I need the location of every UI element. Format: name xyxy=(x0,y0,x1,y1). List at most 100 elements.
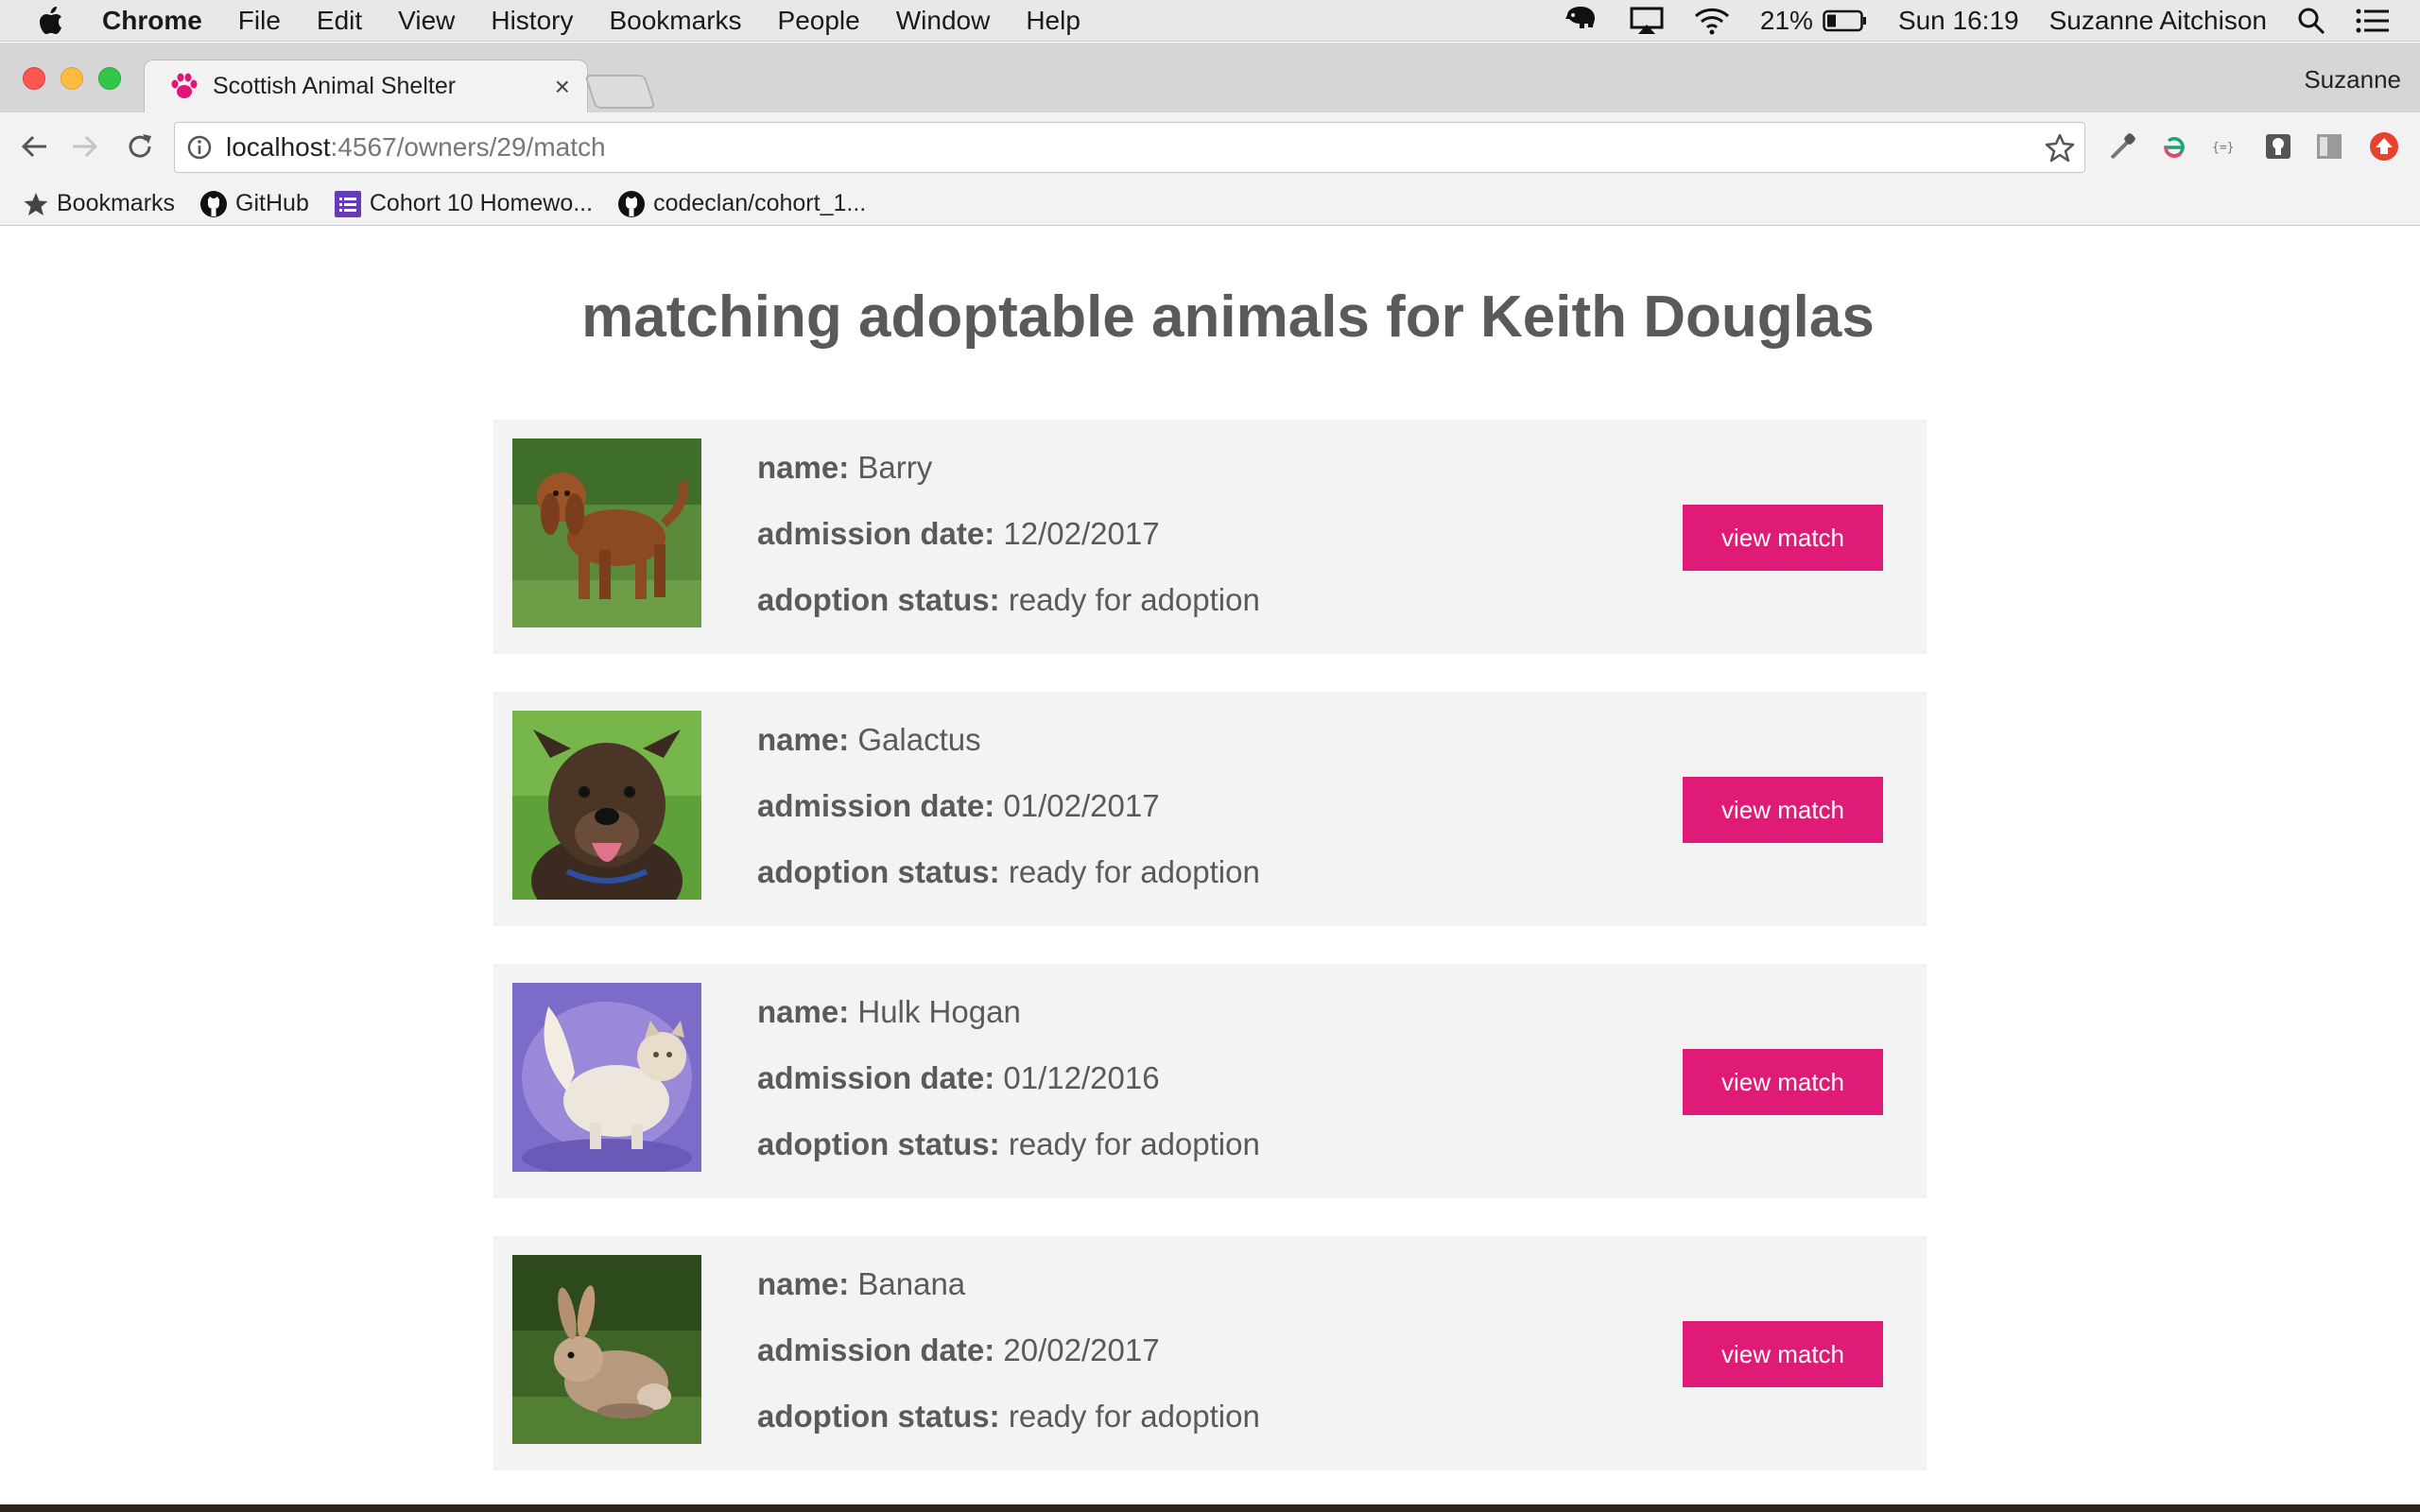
battery-percent[interactable]: 21% xyxy=(1760,6,1813,36)
admission-label: admission date: xyxy=(757,1060,995,1095)
admission-date: 20/02/2017 xyxy=(1003,1332,1160,1367)
battery-icon[interactable] xyxy=(1823,9,1868,32)
adoption-status: ready for adoption xyxy=(1008,854,1260,889)
admission-label: admission date: xyxy=(757,1332,995,1367)
name-label: name: xyxy=(757,450,850,485)
github-icon xyxy=(199,190,228,218)
admission-date-line: admission date: 20/02/2017 xyxy=(757,1332,1160,1368)
status-label: adoption status: xyxy=(757,1126,1000,1161)
adoption-status-line: adoption status: ready for adoption xyxy=(757,582,1260,618)
address-bar[interactable]: localhost :4567/owners/29/match xyxy=(174,122,2085,173)
menu-window[interactable]: Window xyxy=(896,6,991,36)
airplay-icon[interactable] xyxy=(1630,7,1664,35)
menu-people[interactable]: People xyxy=(778,6,860,36)
keyword-extension-icon[interactable] xyxy=(2261,129,2295,163)
bookmark-codeclan-repo[interactable]: codeclan/cohort_1... xyxy=(617,190,866,218)
admission-date: 12/02/2017 xyxy=(1003,516,1160,551)
url-path: :4567/owners/29/match xyxy=(330,132,606,162)
adoption-status: ready for adoption xyxy=(1008,582,1260,617)
menu-edit[interactable]: Edit xyxy=(317,6,362,36)
star-icon xyxy=(23,191,49,217)
adoption-status-line: adoption status: ready for adoption xyxy=(757,1126,1260,1162)
animal-name-line: name: Barry xyxy=(757,450,932,486)
window-minimize-button[interactable] xyxy=(60,67,83,90)
admission-date: 01/02/2017 xyxy=(1003,788,1160,823)
menu-bookmarks[interactable]: Bookmarks xyxy=(609,6,741,36)
svg-text:{=}: {=} xyxy=(2212,141,2234,155)
animal-card: name: Banana admission date: 20/02/2017 … xyxy=(493,1236,1927,1470)
upload-extension-icon[interactable] xyxy=(2367,129,2401,163)
bookmark-label: GitHub xyxy=(235,190,309,216)
sidebar-extension-icon[interactable] xyxy=(2312,129,2346,163)
name-label: name: xyxy=(757,994,850,1029)
admission-label: admission date: xyxy=(757,788,995,823)
adoption-status-line: adoption status: ready for adoption xyxy=(757,1399,1260,1435)
notification-center-icon[interactable] xyxy=(2356,8,2390,34)
status-label: adoption status: xyxy=(757,854,1000,889)
bookmark-star-icon[interactable] xyxy=(2045,132,2075,163)
admission-date-line: admission date: 01/02/2017 xyxy=(757,788,1160,824)
grammarly-extension-icon[interactable] xyxy=(2157,129,2191,163)
paw-favicon-icon xyxy=(169,72,199,102)
white-cat-photo xyxy=(512,983,701,1172)
github-icon xyxy=(617,190,646,218)
json-formatter-extension-icon[interactable]: {=} xyxy=(2208,129,2242,163)
menu-view[interactable]: View xyxy=(398,6,455,36)
view-match-button[interactable]: view match xyxy=(1683,1321,1883,1387)
url-host: localhost xyxy=(226,132,331,162)
admission-date-line: admission date: 01/12/2016 xyxy=(757,1060,1160,1096)
browser-tab-strip: Scottish Animal Shelter × Suzanne xyxy=(0,43,2420,112)
admission-date-line: admission date: 12/02/2017 xyxy=(757,516,1160,552)
animal-name-line: name: Galactus xyxy=(757,722,981,758)
menu-app-name[interactable]: Chrome xyxy=(102,6,202,36)
bookmark-bookmarks[interactable]: Bookmarks xyxy=(23,190,175,217)
view-match-button[interactable]: view match xyxy=(1683,1049,1883,1115)
page-title: matching adoptable animals for Keith Dou… xyxy=(581,284,1875,350)
admission-date: 01/12/2016 xyxy=(1003,1060,1160,1095)
window-close-button[interactable] xyxy=(23,67,45,90)
tab-scottish-animal-shelter[interactable]: Scottish Animal Shelter × xyxy=(144,60,588,112)
spotlight-search-icon[interactable] xyxy=(2297,7,2325,35)
animal-card: name: Barry admission date: 12/02/2017 a… xyxy=(493,420,1927,654)
name-label: name: xyxy=(757,1266,850,1301)
view-match-button[interactable]: view match xyxy=(1683,777,1883,843)
brindle-dog-photo xyxy=(512,711,701,900)
adoption-status: ready for adoption xyxy=(1008,1126,1260,1161)
tab-close-icon[interactable]: × xyxy=(555,72,570,102)
animal-card: name: Galactus admission date: 01/02/201… xyxy=(493,692,1927,926)
tab-title: Scottish Animal Shelter xyxy=(213,73,457,99)
forms-icon xyxy=(334,190,362,218)
animal-name-line: name: Hulk Hogan xyxy=(757,994,1021,1030)
desktop-background-strip xyxy=(0,1504,2420,1512)
bookmark-github[interactable]: GitHub xyxy=(199,190,309,218)
wifi-icon[interactable] xyxy=(1694,7,1730,35)
view-match-button[interactable]: view match xyxy=(1683,505,1883,571)
menu-user-name[interactable]: Suzanne Aitchison xyxy=(2049,6,2267,36)
reload-icon[interactable] xyxy=(123,129,157,163)
back-arrow-icon[interactable] xyxy=(17,129,51,163)
new-tab-button[interactable] xyxy=(584,75,656,109)
animal-name: Banana xyxy=(857,1266,966,1301)
apple-menu-icon[interactable] xyxy=(36,5,68,37)
menu-history[interactable]: History xyxy=(491,6,573,36)
macos-menu-bar: Chrome File Edit View History Bookmarks … xyxy=(0,0,2420,42)
profile-name[interactable]: Suzanne xyxy=(2304,65,2401,94)
animal-name: Hulk Hogan xyxy=(857,994,1021,1029)
animal-name-line: name: Banana xyxy=(757,1266,965,1302)
adoption-status-line: adoption status: ready for adoption xyxy=(757,854,1260,890)
bookmark-cohort-homework[interactable]: Cohort 10 Homewo... xyxy=(334,190,593,218)
menu-help[interactable]: Help xyxy=(1026,6,1080,36)
animal-card: name: Hulk Hogan admission date: 01/12/2… xyxy=(493,964,1927,1198)
admission-label: admission date: xyxy=(757,516,995,551)
bookmarks-bar: Bookmarks GitHub Cohort 10 Homewo... cod… xyxy=(0,182,2420,226)
animal-name: Galactus xyxy=(857,722,981,757)
forward-arrow-icon[interactable] xyxy=(68,129,102,163)
site-info-icon[interactable] xyxy=(186,134,213,161)
window-zoom-button[interactable] xyxy=(98,67,121,90)
bookmark-label: Bookmarks xyxy=(57,190,176,216)
clock[interactable]: Sun 16:19 xyxy=(1898,6,2019,36)
evernote-elephant-icon[interactable] xyxy=(1562,6,1599,36)
eyedropper-extension-icon[interactable] xyxy=(2106,129,2140,163)
adoption-status: ready for adoption xyxy=(1008,1399,1260,1434)
menu-file[interactable]: File xyxy=(238,6,281,36)
